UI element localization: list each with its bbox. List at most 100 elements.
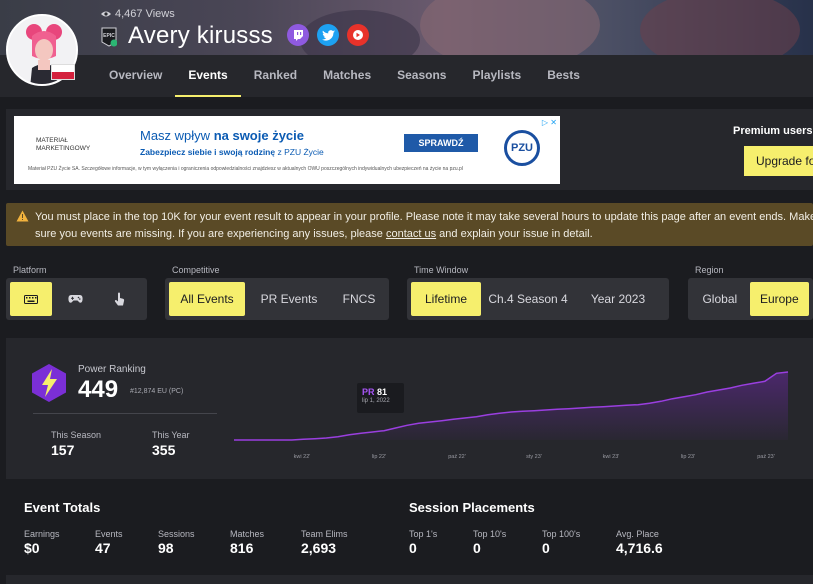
europe-button[interactable]: Europe bbox=[749, 282, 809, 316]
tab-seasons[interactable]: Seasons bbox=[384, 55, 459, 97]
eye-icon bbox=[101, 11, 111, 17]
competitive-filter: All Events PR Events FNCS bbox=[165, 278, 389, 320]
top100-value: 0 bbox=[542, 540, 550, 556]
views-label: 4,467 Views bbox=[115, 8, 175, 20]
events-label: Events bbox=[95, 529, 123, 539]
this-year-value: 355 bbox=[152, 442, 176, 458]
contact-us-link[interactable]: contact us bbox=[386, 228, 436, 240]
team-elims-value: 2,693 bbox=[301, 540, 337, 556]
youtube-icon bbox=[353, 30, 363, 40]
power-ranking-value: 449 bbox=[78, 376, 119, 403]
team-elims-label: Team Elims bbox=[301, 529, 348, 539]
bottom-panel bbox=[6, 575, 813, 584]
tooltip-pr-label: PR bbox=[362, 387, 375, 397]
avg-place-label: Avg. Place bbox=[616, 529, 659, 539]
twitter-icon bbox=[321, 29, 335, 41]
event-totals-title: Event Totals bbox=[24, 500, 101, 515]
region-filter-label: Region bbox=[695, 265, 724, 275]
warning-icon bbox=[16, 210, 29, 222]
ad-headline: Masz wpływ na swoje życie bbox=[140, 128, 305, 143]
twitch-icon bbox=[294, 30, 303, 41]
year-button[interactable]: Year 2023 bbox=[575, 282, 661, 316]
chart-x-tick: lip 23' bbox=[681, 454, 695, 460]
upgrade-button[interactable]: Upgrade fo bbox=[744, 146, 813, 176]
top1-value: 0 bbox=[409, 540, 417, 556]
tab-playlists[interactable]: Playlists bbox=[459, 55, 534, 97]
lifetime-button[interactable]: Lifetime bbox=[411, 282, 481, 316]
top10-value: 0 bbox=[473, 540, 481, 556]
advertisement-banner[interactable]: MATERIAŁ MARKETINGOWY Masz wpływ na swoj… bbox=[14, 116, 560, 184]
views-count: 4,467 Views bbox=[101, 8, 175, 20]
platform-filter bbox=[6, 278, 147, 320]
epic-platform-icon: EPIC bbox=[101, 27, 118, 47]
svg-text:EPIC: EPIC bbox=[103, 33, 115, 39]
sessions-value: 98 bbox=[158, 540, 174, 556]
tab-events[interactable]: Events bbox=[175, 55, 241, 97]
youtube-link[interactable] bbox=[347, 24, 369, 46]
tooltip-date: lip 1, 2022 bbox=[362, 398, 390, 404]
chart-x-ticks: kwi 22' lip 22' paź 22' sty 23' kwi 23' lip 2… bbox=[294, 454, 775, 460]
twitch-link[interactable] bbox=[287, 24, 309, 46]
time-window-label: Time Window bbox=[414, 265, 469, 275]
ad-cta-button[interactable]: SPRAWDŹ bbox=[404, 134, 478, 152]
chart-x-tick: lip 22' bbox=[372, 454, 386, 460]
chart-x-tick: paź 23' bbox=[757, 454, 775, 460]
touch-icon bbox=[114, 292, 124, 306]
poland-flag-icon bbox=[51, 64, 75, 80]
tab-matches[interactable]: Matches bbox=[310, 55, 384, 97]
premium-promo-text: Premium users g bbox=[733, 125, 813, 137]
fncs-button[interactable]: FNCS bbox=[333, 282, 385, 316]
divider bbox=[33, 413, 217, 414]
power-ranking-chart[interactable]: kwi 22' lip 22' paź 22' sty 23' kwi 23' lip 2… bbox=[232, 370, 792, 462]
this-season-label: This Season bbox=[51, 430, 102, 440]
top10-label: Top 10's bbox=[473, 529, 507, 539]
ad-fineprint: Materiał PZU Życie SA. Szczegółowe infor… bbox=[28, 166, 463, 172]
touch-filter-button[interactable] bbox=[98, 282, 140, 316]
chart-x-tick: kwi 23' bbox=[603, 454, 620, 460]
this-season-value: 157 bbox=[51, 442, 75, 458]
chart-x-tick: sty 23' bbox=[526, 454, 542, 460]
power-ranking-region-rank: #12,874 EU (PC) bbox=[130, 388, 184, 395]
tab-bests[interactable]: Bests bbox=[534, 55, 593, 97]
keyboard-filter-button[interactable] bbox=[10, 282, 52, 316]
top1-label: Top 1's bbox=[409, 529, 438, 539]
power-ranking-label: Power Ranking bbox=[78, 364, 146, 375]
tooltip-value: 81 bbox=[377, 387, 388, 397]
session-placements-title: Session Placements bbox=[409, 500, 535, 515]
chart-x-tick: kwi 22' bbox=[294, 454, 311, 460]
keyboard-icon bbox=[24, 294, 38, 304]
matches-label: Matches bbox=[230, 529, 265, 539]
region-filter: Global Europe bbox=[688, 278, 813, 320]
time-window-filter: Lifetime Ch.4 Season 4 Year 2023 bbox=[407, 278, 669, 320]
platform-filter-label: Platform bbox=[13, 265, 47, 275]
season-button[interactable]: Ch.4 Season 4 bbox=[483, 282, 573, 316]
this-year-label: This Year bbox=[152, 430, 190, 440]
avg-place-value: 4,716.6 bbox=[616, 540, 663, 556]
controller-filter-button[interactable] bbox=[54, 282, 96, 316]
ad-marketing-label: MATERIAŁ MARKETINGOWY bbox=[36, 137, 91, 152]
ad-subline: Zabezpiecz siebie i swoją rodzinę z PZU … bbox=[140, 147, 324, 157]
earnings-value: $0 bbox=[24, 540, 40, 556]
chart-tooltip: PR 81 lip 1, 2022 bbox=[357, 383, 404, 413]
top100-label: Top 100's bbox=[542, 529, 581, 539]
warning-banner: You must place in the top 10K for your e… bbox=[6, 203, 813, 246]
competitive-filter-label: Competitive bbox=[172, 265, 220, 275]
matches-value: 816 bbox=[230, 540, 254, 556]
chart-x-tick: paź 22' bbox=[448, 454, 466, 460]
events-value: 47 bbox=[95, 540, 111, 556]
pr-events-button[interactable]: PR Events bbox=[247, 282, 331, 316]
tab-overview[interactable]: Overview bbox=[96, 55, 175, 97]
all-events-button[interactable]: All Events bbox=[169, 282, 245, 316]
gamepad-icon bbox=[67, 295, 83, 303]
player-name: Avery kirusss bbox=[128, 22, 273, 49]
twitter-link[interactable] bbox=[317, 24, 339, 46]
adchoices-icon[interactable]: ▷ ✕ bbox=[542, 118, 557, 127]
tab-ranked[interactable]: Ranked bbox=[241, 55, 310, 97]
profile-tabs: Overview Events Ranked Matches Seasons P… bbox=[96, 55, 593, 97]
earnings-label: Earnings bbox=[24, 529, 60, 539]
lightning-hexagon-icon bbox=[32, 364, 66, 402]
chart-area bbox=[234, 372, 788, 440]
sessions-label: Sessions bbox=[158, 529, 195, 539]
warning-text: You must place in the top 10K for your e… bbox=[35, 211, 813, 240]
global-button[interactable]: Global bbox=[692, 282, 748, 316]
